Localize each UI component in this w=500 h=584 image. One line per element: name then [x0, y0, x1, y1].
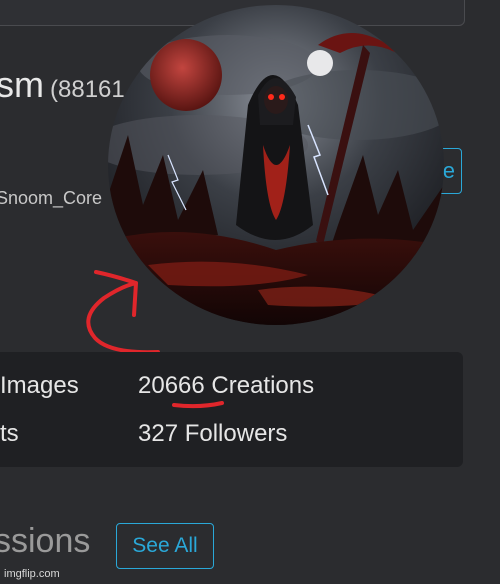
- stat-creations: 20666 Creations: [138, 372, 315, 399]
- avatar: [108, 5, 444, 325]
- stats-card: Images 20666 Creations ts 327 Followers: [0, 352, 463, 467]
- profile-username: sm (88161: [0, 64, 125, 106]
- stat-likes: ts: [0, 420, 19, 447]
- avatar-reaper-image: [108, 5, 444, 325]
- profile-handle: Snoom_Core: [0, 188, 103, 208]
- stat-followers: 327 Followers: [138, 420, 288, 447]
- username-text: sm: [0, 64, 44, 105]
- section-title: ssions: [0, 522, 91, 560]
- watermark: imgflip.com: [4, 568, 60, 580]
- stat-images: Images: [0, 372, 79, 399]
- see-all-button[interactable]: See All: [116, 523, 214, 569]
- username-count: (88161: [50, 76, 125, 103]
